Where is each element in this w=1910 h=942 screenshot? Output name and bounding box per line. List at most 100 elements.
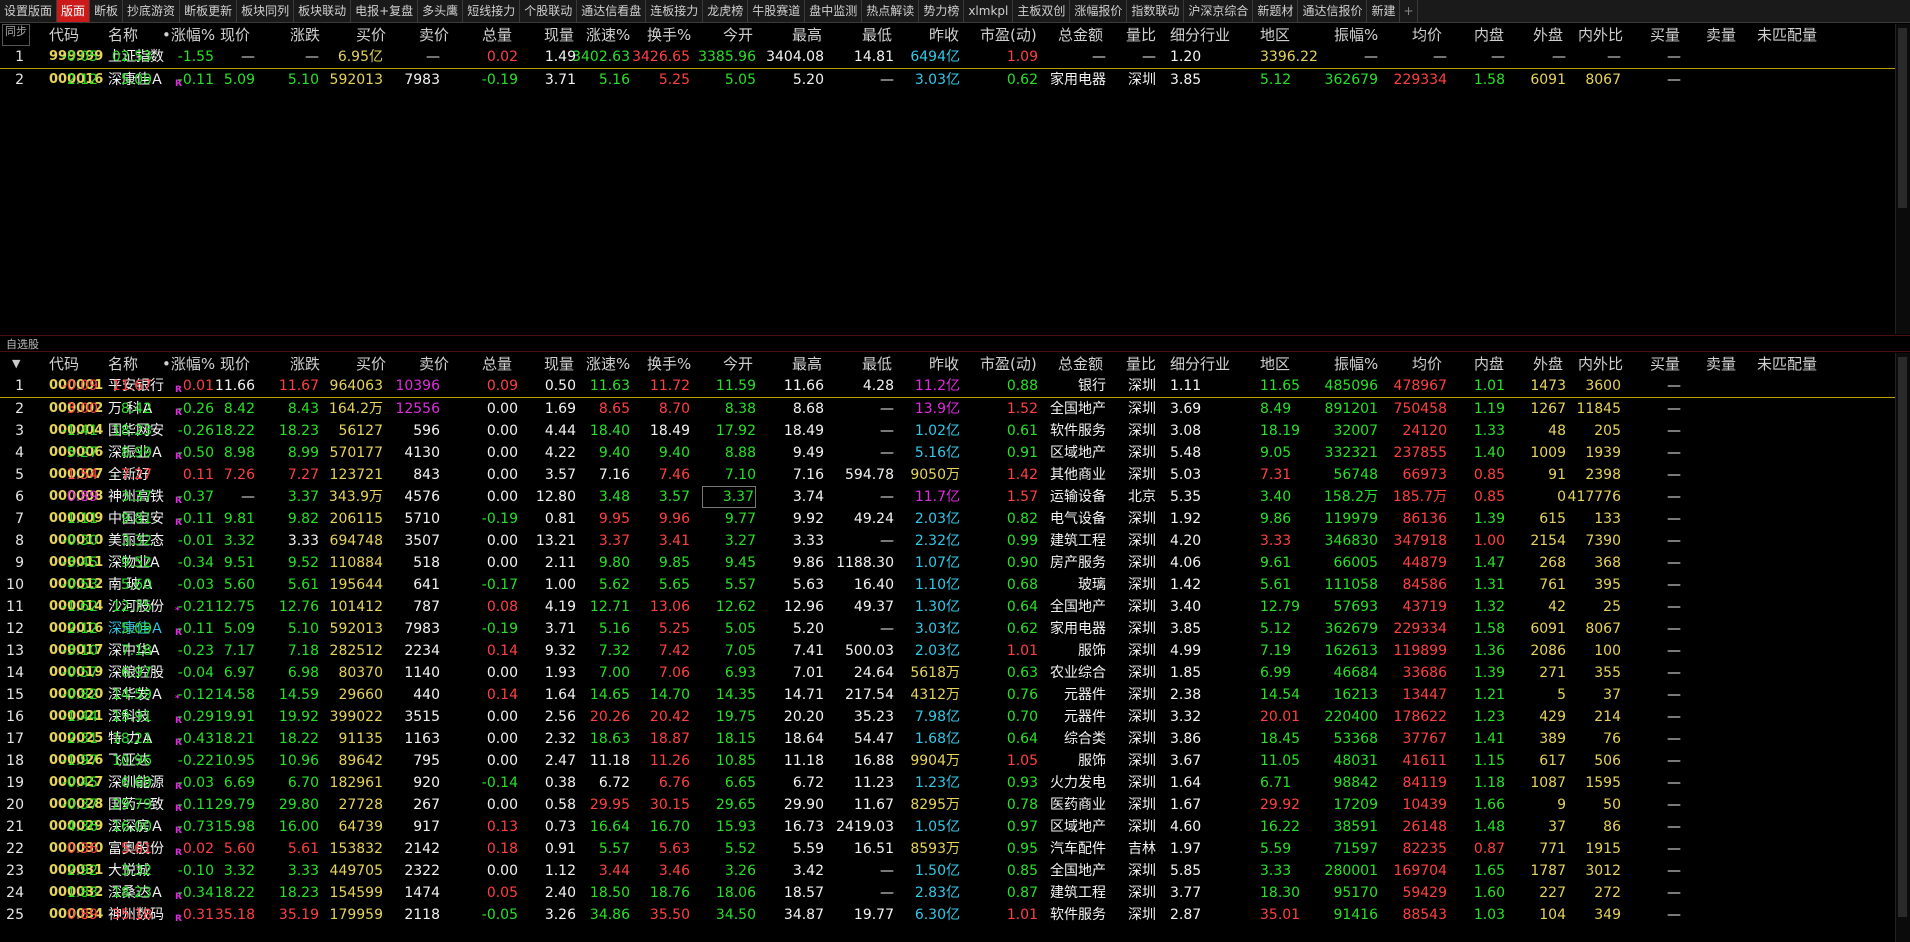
col-header-16[interactable]: 总金额 [1058, 24, 1103, 46]
col-header-20[interactable]: 振幅% [1334, 353, 1378, 375]
col-header-19[interactable]: 地区 [1260, 24, 1290, 46]
tab-25[interactable]: 新建 [1367, 0, 1401, 22]
quote-row[interactable]: 14 000019 深粮控股 -0.57 6.97 -0.04 6.97 6.98 80370 1… [0, 662, 1896, 684]
tab-23[interactable]: 新题材 [1253, 0, 1299, 22]
col-header-11[interactable]: 今开 [723, 353, 753, 375]
tab-22[interactable]: 沪深京综合 [1184, 0, 1254, 22]
col-header-26[interactable]: 卖量 [1706, 353, 1736, 375]
col-header-3[interactable]: 现价 [220, 353, 250, 375]
col-header-2[interactable]: •涨幅% [162, 353, 215, 375]
col-header-21[interactable]: 均价 [1412, 353, 1442, 375]
quote-row[interactable]: 16 000021 深科技 R -1.44 19.91 -0.29 19.91 19.92 399… [0, 706, 1896, 728]
quote-row[interactable]: 21 000029 深深房Ａ R 4.36 16.00 -0.73 15.98 16.00 647… [0, 816, 1896, 838]
tab-26[interactable]: + [1400, 0, 1418, 22]
quote-row[interactable]: 9 000011 深物业A -3.45 9.52 -0.34 9.51 9.52 110884 5… [0, 552, 1896, 574]
quote-row[interactable]: 18 000026 飞亚达 -1.97 10.96 -0.22 10.95 10.96 8964… [0, 750, 1896, 772]
col-header-14[interactable]: 昨收 [929, 24, 959, 46]
quote-row[interactable]: 15 000020 深华发Ａ * -0.82 14.59 -0.12 14.58 14.59 29… [0, 684, 1896, 706]
col-header-5[interactable]: 买价 [356, 24, 386, 46]
quote-row[interactable]: 5 000007 全新好 1.54 7.27 0.11 7.26 7.27 123721 843 0… [0, 464, 1896, 486]
col-header-17[interactable]: 量比 [1126, 24, 1156, 46]
quote-row[interactable]: 6 000008 神州高铁 R 0.89 3.37 -0.37—3.37 343.9万 4576… [0, 486, 1896, 508]
quote-row[interactable]: 2 000002 万 科Ａ R 3.00 8.42 -0.26 8.42 8.43 164.2万 1… [0, 398, 1896, 420]
col-header-13[interactable]: 最低 [862, 353, 892, 375]
quote-row[interactable]: 2 000016 深康佳Ａ R 2.12 5.09 -0.11 5.09 5.10 592013 7… [0, 69, 1896, 91]
col-header-0[interactable]: 代码 [49, 24, 79, 46]
tab-17[interactable]: 势力榜 [919, 0, 965, 22]
col-header-27[interactable]: 未匹配量 [1757, 353, 1817, 375]
quote-row[interactable]: 19 000027 深圳能源 R -0.45 6.69 -0.03 6.69 6.70 18296… [0, 772, 1896, 794]
quote-row[interactable]: 8 000010 美丽生态 -0.30 3.32 -0.01 3.32 3.33 694748 3… [0, 530, 1896, 552]
col-header-27[interactable]: 未匹配量 [1757, 24, 1817, 46]
col-header-13[interactable]: 最低 [862, 24, 892, 46]
quote-row[interactable]: 11 000014 沙河股份 * -1.62 12.75 -0.21 12.75 12.76 10… [0, 596, 1896, 618]
quote-row[interactable]: 12 000016 深康佳Ａ R 2.12 5.09 -0.11 5.09 5.10 592013… [0, 618, 1896, 640]
col-header-22[interactable]: 内盘 [1474, 24, 1504, 46]
col-header-24[interactable]: 内外比 [1578, 24, 1623, 46]
col-header-25[interactable]: 买量 [1650, 24, 1680, 46]
col-header-15[interactable]: 市盈(动) [980, 24, 1037, 46]
tab-24[interactable]: 通达信报价 [1298, 0, 1368, 22]
tab-14[interactable]: 牛股赛道 [748, 0, 806, 22]
col-header-12[interactable]: 最高 [792, 24, 822, 46]
col-header-22[interactable]: 内盘 [1474, 353, 1504, 375]
col-header-18[interactable]: 细分行业 [1170, 353, 1230, 375]
quote-row[interactable]: 13 000017 深中华A -3.10 7.18 -0.23 7.17 7.18 282512… [0, 640, 1896, 662]
col-header-3[interactable]: 现价 [220, 24, 250, 46]
col-header-11[interactable]: 今开 [723, 24, 753, 46]
quote-row[interactable]: 4 000006 深振业Ａ R 5.27 8.99 -0.50 8.98 8.99 570177 4… [0, 442, 1896, 464]
col-header-24[interactable]: 内外比 [1578, 353, 1623, 375]
quote-row[interactable]: 3 000004 国华网安 -1.41 18.23 -0.26 18.22 18.23 5612… [0, 420, 1896, 442]
tab-19[interactable]: 主板双创 [1013, 0, 1071, 22]
tab-7[interactable]: 电报+复盘 [351, 0, 419, 22]
col-header-9[interactable]: 涨速% [586, 353, 630, 375]
quote-row[interactable]: 20 000028 国药一致 R -0.37 29.79 -0.11 29.79 29.80 27… [0, 794, 1896, 816]
quote-row[interactable]: 25 000034 神州数码 R 0.89 35.18 0.31 35.18 35.19 1799… [0, 904, 1896, 926]
tab-2[interactable]: 断板 [90, 0, 124, 22]
col-header-25[interactable]: 买量 [1650, 353, 1680, 375]
tab-16[interactable]: 热点解读 [862, 0, 920, 22]
quote-row[interactable]: 10 000012 南 玻Ａ -0.53 5.60 -0.03 5.60 5.61 195644… [0, 574, 1896, 596]
quote-row[interactable]: 22 000030 富奥股份 R 0.36 5.61 0.02 5.60 5.61 153832 2… [0, 838, 1896, 860]
col-header-15[interactable]: 市盈(动) [980, 353, 1037, 375]
tab-0[interactable]: 设置版面 [0, 0, 58, 22]
sync-button[interactable]: 同步 [2, 24, 30, 46]
col-header-17[interactable]: 量比 [1126, 353, 1156, 375]
tab-5[interactable]: 板块同列 [237, 0, 295, 22]
tab-21[interactable]: 指数联动 [1127, 0, 1185, 22]
col-header-9[interactable]: 涨速% [586, 24, 630, 46]
tab-6[interactable]: 板块联动 [294, 0, 352, 22]
quote-row[interactable]: 1 999999 上证指数 -0.05 02.53 -1.55— —6.95亿 —0.02 1.… [0, 46, 1896, 69]
col-header-21[interactable]: 均价 [1412, 24, 1442, 46]
col-header-10[interactable]: 换手% [647, 24, 691, 46]
col-header-6[interactable]: 卖价 [419, 353, 449, 375]
quote-row[interactable]: 24 000032 深桑达Ａ R 1.83 18.23 -0.34 18.22 18.23 154… [0, 882, 1896, 904]
col-header-4[interactable]: 涨跌 [290, 24, 320, 46]
col-header-18[interactable]: 细分行业 [1170, 24, 1230, 46]
tab-13[interactable]: 龙虎榜 [703, 0, 749, 22]
tab-18[interactable]: xlmkpl [964, 0, 1014, 22]
col-header-14[interactable]: 昨收 [929, 353, 959, 375]
col-header-8[interactable]: 现量 [544, 24, 574, 46]
quote-row[interactable]: 17 000025 特 力Ａ R 2.31 18.21 -0.43 18.21 18.22 911… [0, 728, 1896, 750]
col-header-4[interactable]: 涨跌 [290, 353, 320, 375]
col-header-0[interactable]: 代码 [49, 353, 79, 375]
col-header-12[interactable]: 最高 [792, 353, 822, 375]
tab-4[interactable]: 断板更新 [180, 0, 238, 22]
tab-8[interactable]: 多头鹰 [418, 0, 464, 22]
col-header-1[interactable]: 名称 [108, 353, 138, 375]
tab-9[interactable]: 短线接力 [463, 0, 521, 22]
col-header-20[interactable]: 振幅% [1334, 24, 1378, 46]
watchlist-scrollbar[interactable] [1895, 353, 1910, 942]
col-header-23[interactable]: 外盘 [1533, 24, 1563, 46]
tab-11[interactable]: 通达信看盘 [577, 0, 647, 22]
col-header-2[interactable]: •涨幅% [162, 24, 215, 46]
tab-12[interactable]: 连板接力 [646, 0, 704, 22]
index-pane-scrollbar[interactable] [1895, 24, 1910, 334]
quote-row[interactable]: 1 000001 平安银行 R -0.09 11.67 0.01 11.66 11.67 9640… [0, 375, 1896, 398]
sort-arrow-icon[interactable]: ▼ [12, 353, 20, 375]
col-header-10[interactable]: 换手% [647, 353, 691, 375]
tab-20[interactable]: 涨幅报价 [1070, 0, 1128, 22]
col-header-8[interactable]: 现量 [544, 353, 574, 375]
tab-3[interactable]: 抄底游资 [123, 0, 181, 22]
